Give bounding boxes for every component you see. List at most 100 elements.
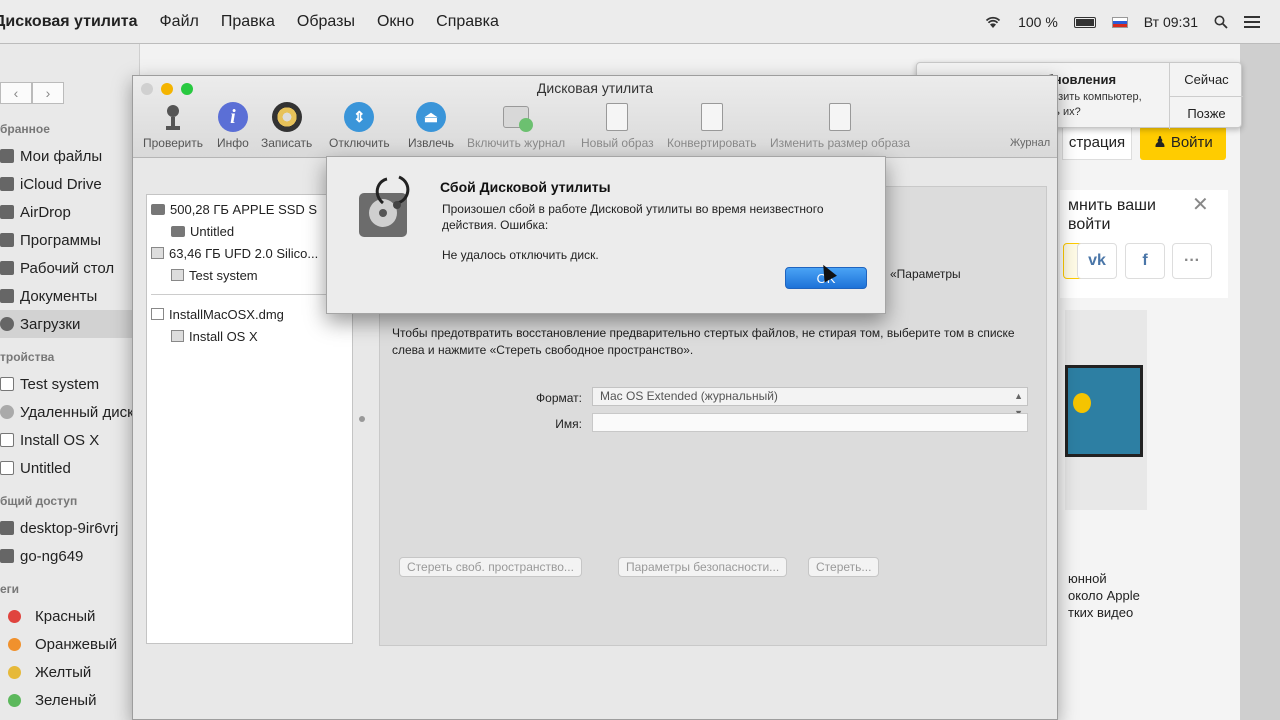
volume-item-install-osx[interactable]: Install OS X — [151, 325, 348, 347]
disk-item-apple-ssd[interactable]: 500,28 ГБ APPLE SSD S — [151, 198, 348, 220]
disk-image-icon — [151, 308, 164, 320]
drive-icon — [0, 461, 14, 475]
tag-color-icon — [8, 693, 21, 707]
desktop-icon — [0, 261, 14, 275]
partial-instruction-text: «Параметры — [890, 267, 961, 281]
register-button[interactable]: страция — [1062, 126, 1132, 160]
sidebar-item-untitled[interactable]: Untitled — [0, 454, 140, 482]
usb-drive-icon — [151, 247, 164, 259]
security-options-button[interactable]: Параметры безопасности... — [618, 557, 788, 577]
sidebar-item-install-osx[interactable]: Install OS X — [0, 426, 140, 454]
sidebar-item-documents[interactable]: Документы — [0, 282, 140, 310]
more-icon[interactable]: ··· — [1172, 243, 1212, 279]
menu-edit[interactable]: Правка — [221, 13, 275, 31]
sidebar-item-remote-disc[interactable]: Удаленный диск — [0, 398, 140, 426]
list-divider — [151, 294, 348, 295]
volume-icon — [171, 330, 184, 342]
unmount-icon: ⇕ — [344, 102, 375, 132]
toolbar-info[interactable]: i Инфо — [217, 102, 249, 150]
sidebar-item-downloads[interactable]: Загрузки — [0, 310, 140, 338]
finder-nav-buttons: ‹ › — [0, 82, 64, 104]
toolbar-resize-image[interactable]: Изменить размер образа — [770, 102, 910, 150]
drive-icon — [151, 203, 165, 215]
menu-window[interactable]: Окно — [377, 13, 414, 31]
favorites-header: бранное — [0, 122, 50, 136]
burn-icon — [271, 102, 302, 132]
window-toolbar: Дисковая утилита Проверить i Инфо Записа… — [133, 76, 1057, 158]
info-icon: i — [217, 102, 248, 132]
search-icon[interactable] — [1214, 15, 1228, 29]
sidebar-item-icloud[interactable]: iCloud Drive — [0, 170, 140, 198]
toolbar-burn[interactable]: Записать — [261, 102, 312, 150]
format-value: Mac OS Extended (журнальный) — [600, 389, 778, 403]
menu-list-icon[interactable] — [1244, 16, 1260, 28]
update-later-button[interactable]: Позже — [1170, 96, 1243, 129]
tags-header: еги — [0, 582, 20, 596]
status-area: 100 % Вт 09:31 — [984, 0, 1260, 44]
disk-utility-app-icon — [353, 173, 417, 241]
computer-icon — [0, 521, 14, 535]
tag-color-icon — [8, 665, 21, 679]
close-icon[interactable]: ✕ — [1192, 192, 1209, 217]
new-image-icon — [602, 102, 632, 132]
volume-icon — [171, 225, 185, 237]
resize-image-icon — [825, 102, 855, 132]
erase-info-text: Чтобы предотвратить восстановление предв… — [392, 326, 1015, 357]
toolbar-eject[interactable]: ⏏ Извлечь — [408, 102, 454, 150]
toolbar-log[interactable]: Журнал — [1010, 137, 1050, 149]
sidebar-item-desktop-9ir6vrj[interactable]: desktop-9ir6vrj — [0, 514, 140, 542]
battery-percent[interactable]: 100 % — [1018, 14, 1058, 30]
tag-color-icon — [8, 637, 21, 651]
notification-actions: Сейчас Позже — [1169, 63, 1243, 129]
sidebar-item-airdrop[interactable]: AirDrop — [0, 198, 140, 226]
menu-images[interactable]: Образы — [297, 13, 355, 31]
update-now-button[interactable]: Сейчас — [1170, 63, 1243, 96]
vk-icon[interactable]: vk — [1077, 243, 1117, 279]
volume-item-test-system[interactable]: Test system — [151, 264, 348, 286]
sidebar-item-desktop[interactable]: Рабочий стол — [0, 254, 140, 282]
split-view-handle[interactable] — [359, 416, 365, 422]
erase-button[interactable]: Стереть... — [808, 557, 880, 577]
login-button[interactable]: ♟ Войти — [1140, 126, 1226, 160]
shared-header: бщий доступ — [0, 494, 78, 508]
menu-app-name[interactable]: Дисковая утилита — [0, 13, 138, 31]
back-button[interactable]: ‹ — [0, 82, 32, 104]
sidebar-tag-orange[interactable]: Оранжевый — [0, 630, 140, 658]
volume-item-untitled[interactable]: Untitled — [151, 220, 348, 242]
disk-list: 500,28 ГБ APPLE SSD S Untitled 63,46 ГБ … — [146, 194, 353, 644]
sidebar-item-go-ng649[interactable]: go-ng649 — [0, 542, 140, 570]
sidebar-item-test-system[interactable]: Test system — [0, 370, 140, 398]
downloads-icon — [0, 317, 14, 331]
name-input[interactable] — [592, 413, 1028, 432]
menu-file[interactable]: Файл — [160, 13, 199, 31]
sidebar-tag-yellow[interactable]: Желтый — [0, 658, 140, 686]
toolbar-first-aid[interactable]: Проверить — [143, 102, 203, 150]
eject-icon: ⏏ — [416, 102, 446, 132]
toolbar-enable-journaling[interactable]: Включить журнал — [467, 102, 565, 150]
format-select[interactable]: Mac OS Extended (журнальный) ▲▼ — [592, 387, 1028, 418]
finder-sidebar: ‹ › бранное Мои файлы iCloud Drive AirDr… — [0, 44, 140, 720]
image-item-installmacosx[interactable]: InstallMacOSX.dmg — [151, 303, 348, 325]
erase-free-space-button[interactable]: Стереть своб. пространство... — [399, 557, 582, 577]
sidebar-item-applications[interactable]: Программы — [0, 226, 140, 254]
error-alert: Сбой Дисковой утилиты Произошел сбой в р… — [326, 156, 886, 314]
sidebar-tag-red[interactable]: Красный — [0, 602, 140, 630]
input-language-flag-icon[interactable] — [1111, 16, 1128, 28]
battery-icon[interactable] — [1073, 16, 1096, 28]
menu-help[interactable]: Справка — [436, 13, 499, 31]
toolbar-new-image[interactable]: Новый образ — [581, 102, 654, 150]
window-title: Дисковая утилита — [536, 80, 654, 96]
forward-button[interactable]: › — [32, 82, 64, 104]
documents-icon — [0, 289, 14, 303]
toolbar-unmount[interactable]: ⇕ Отключить — [329, 102, 390, 150]
sidebar-item-my-files[interactable]: Мои файлы — [0, 142, 140, 170]
facebook-icon[interactable]: f — [1125, 243, 1165, 279]
sidebar-tag-green[interactable]: Зеленый — [0, 686, 140, 714]
toolbar-convert[interactable]: Конвертировать — [667, 102, 757, 150]
wifi-icon[interactable] — [984, 15, 1002, 29]
applications-icon — [0, 233, 14, 247]
clock[interactable]: Вт 09:31 — [1144, 14, 1198, 30]
volume-icon — [171, 269, 184, 281]
disk-item-ufd[interactable]: 63,46 ГБ UFD 2.0 Silico... — [151, 242, 348, 264]
lightbulb-icon — [1073, 393, 1091, 413]
